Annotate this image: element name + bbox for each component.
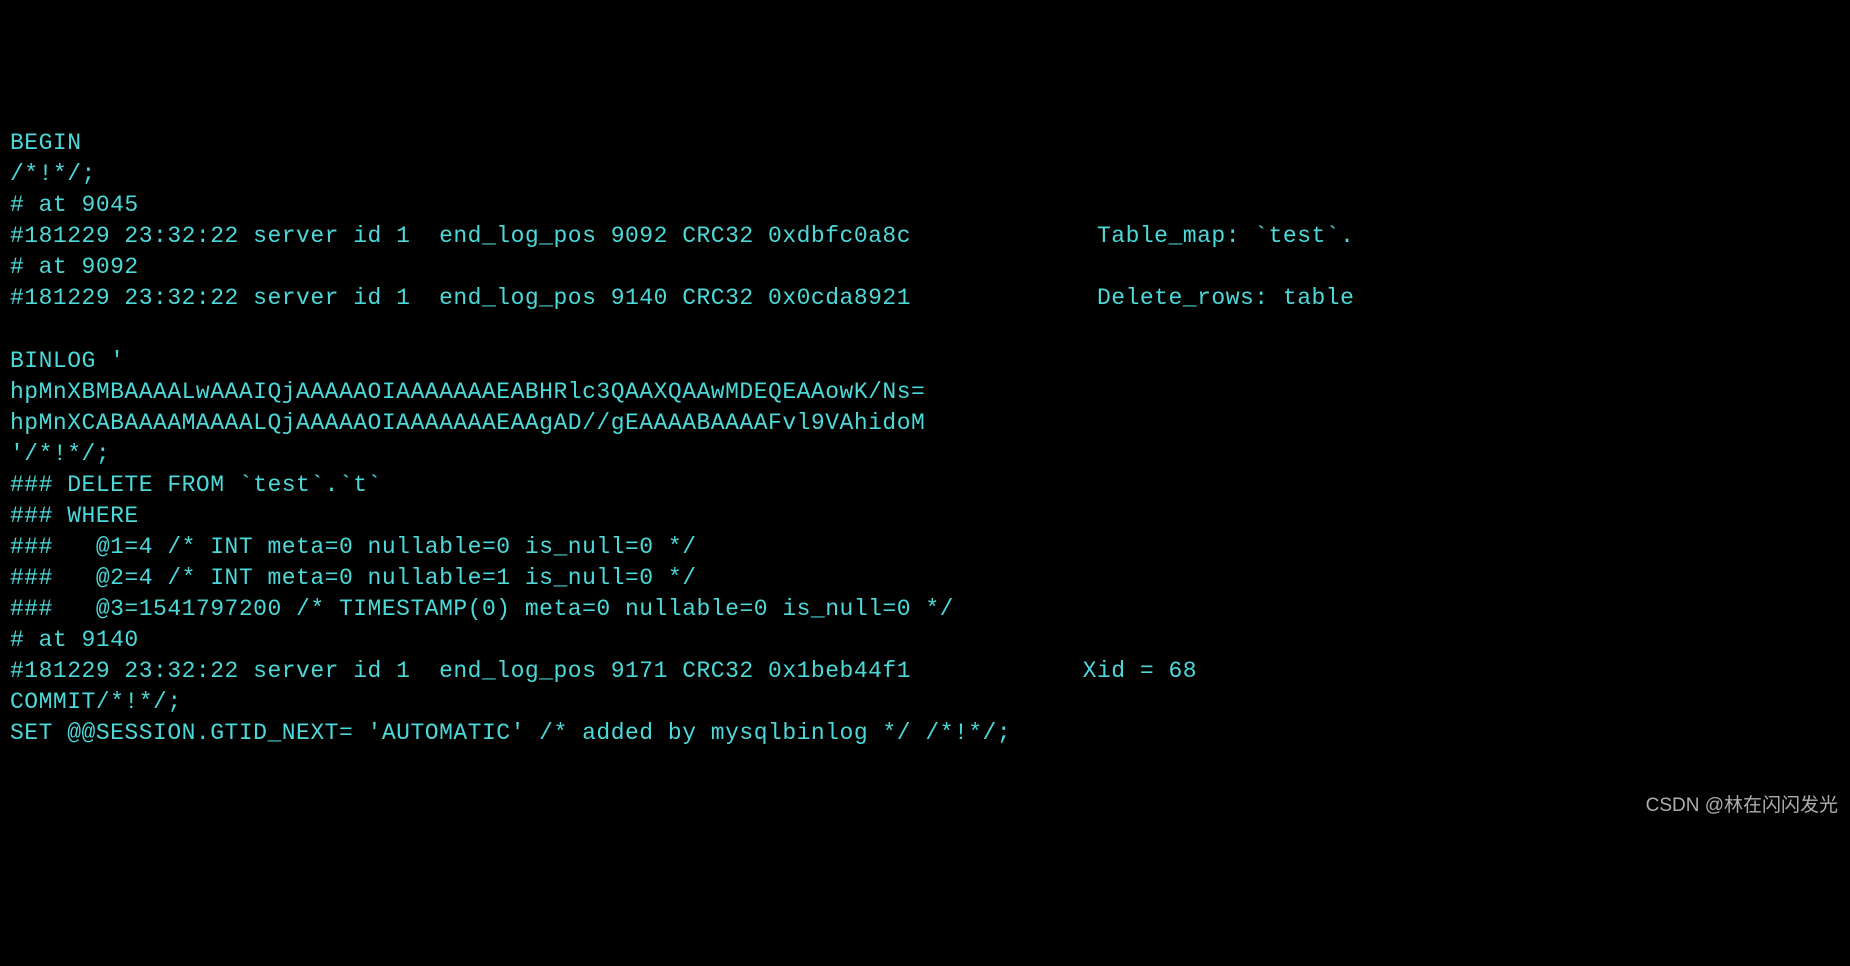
- terminal-line: # at 9140: [10, 625, 1840, 656]
- terminal-line: COMMIT/*!*/;: [10, 687, 1840, 718]
- terminal-line: SET @@SESSION.GTID_NEXT= 'AUTOMATIC' /* …: [10, 718, 1840, 749]
- terminal-line: hpMnXBMBAAAALwAAAIQjAAAAAOIAAAAAAAEABHRl…: [10, 377, 1840, 408]
- terminal-line: hpMnXCABAAAAMAAAALQjAAAAAOIAAAAAAAEAAgAD…: [10, 408, 1840, 439]
- terminal-line: '/*!*/;: [10, 439, 1840, 470]
- watermark-text: CSDN @林在闪闪发光: [1646, 793, 1838, 819]
- terminal-line: # at 9045: [10, 190, 1840, 221]
- terminal-line: /*!*/;: [10, 159, 1840, 190]
- terminal-line: #181229 23:32:22 server id 1 end_log_pos…: [10, 283, 1840, 314]
- terminal-line: [10, 314, 1840, 345]
- terminal-line: ### @3=1541797200 /* TIMESTAMP(0) meta=0…: [10, 594, 1840, 625]
- terminal-line: #181229 23:32:22 server id 1 end_log_pos…: [10, 656, 1840, 687]
- terminal-line: ### WHERE: [10, 501, 1840, 532]
- terminal-line: ### @2=4 /* INT meta=0 nullable=1 is_nul…: [10, 563, 1840, 594]
- terminal-line: #181229 23:32:22 server id 1 end_log_pos…: [10, 221, 1840, 252]
- terminal-line: BINLOG ': [10, 346, 1840, 377]
- terminal-line: ### DELETE FROM `test`.`t`: [10, 470, 1840, 501]
- terminal-line: # at 9092: [10, 252, 1840, 283]
- terminal-line: BEGIN: [10, 128, 1840, 159]
- terminal-output: BEGIN/*!*/;# at 9045#181229 23:32:22 ser…: [10, 128, 1840, 749]
- terminal-line: ### @1=4 /* INT meta=0 nullable=0 is_nul…: [10, 532, 1840, 563]
